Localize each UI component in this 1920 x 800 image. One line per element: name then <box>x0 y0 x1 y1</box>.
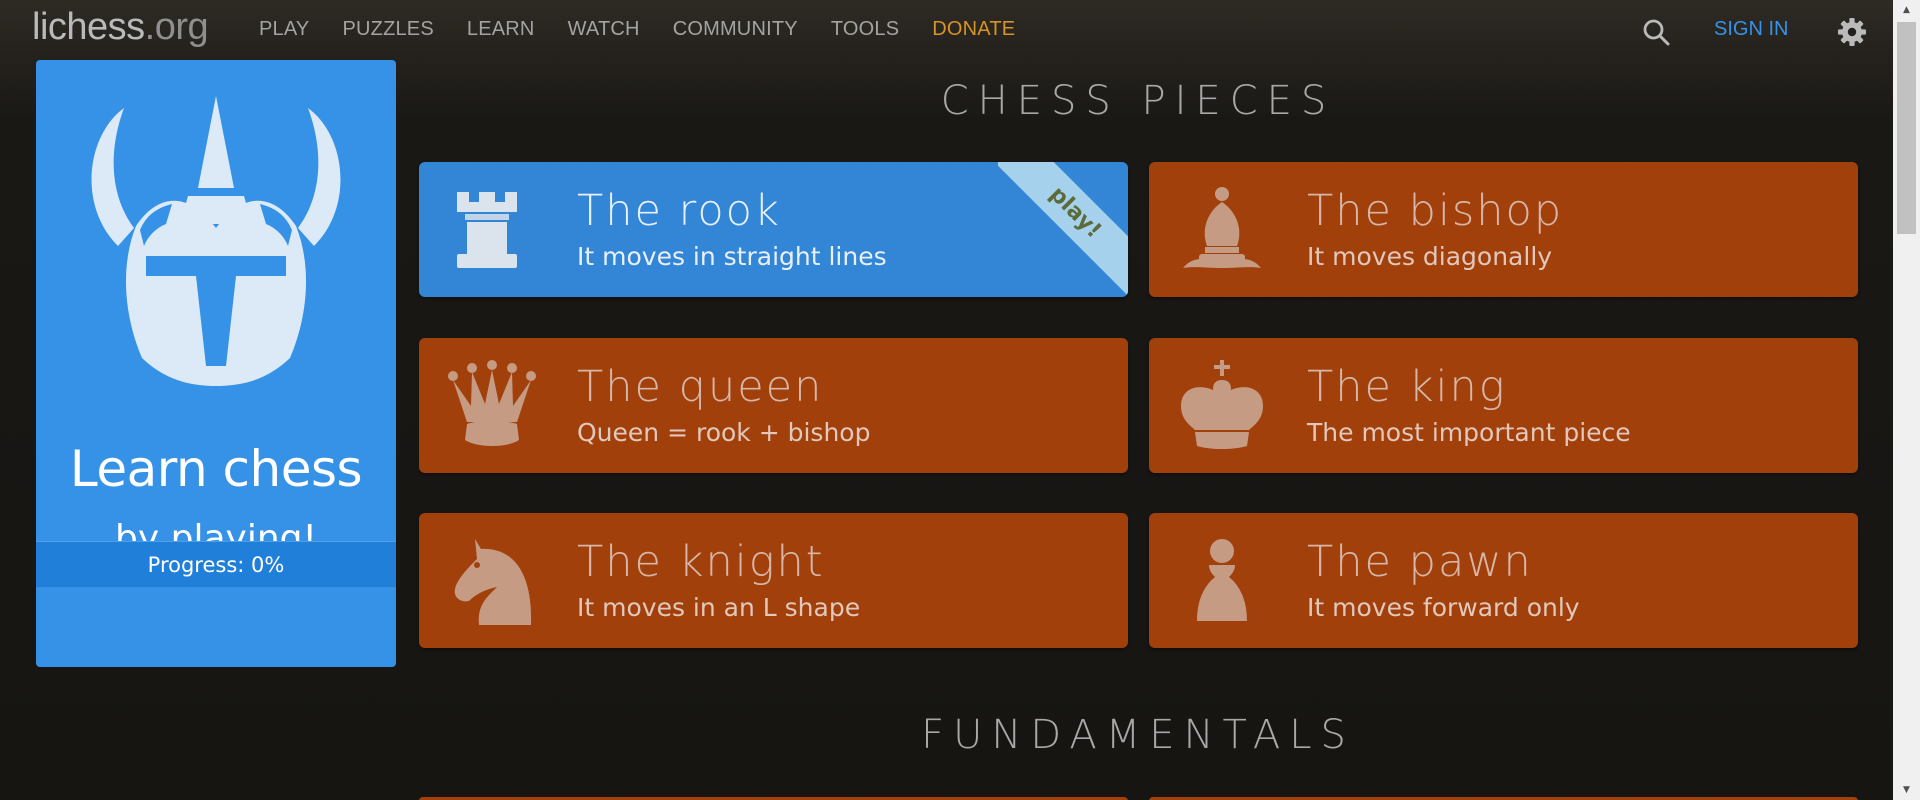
queen-icon <box>448 360 536 446</box>
stage-name: The king <box>1307 362 1507 412</box>
rook-icon <box>457 192 517 268</box>
top-bar: lichess.org PLAY PUZZLES LEARN WATCH COM… <box>0 0 1893 60</box>
site-logo[interactable]: lichess.org <box>32 6 209 49</box>
play-ribbon: play! <box>998 162 1128 297</box>
section-title-chess-pieces: CHESS PIECES <box>940 78 1336 124</box>
scroll-down-arrow-icon[interactable]: ▼ <box>1893 780 1920 800</box>
stage-name: The bishop <box>1307 186 1564 236</box>
nav-tools[interactable]: TOOLS <box>831 18 899 41</box>
nav-community[interactable]: COMMUNITY <box>673 18 798 41</box>
stage-king[interactable]: The king The most important piece <box>1149 338 1858 473</box>
logo-tld: .org <box>144 6 209 48</box>
nav-puzzles[interactable]: PUZZLES <box>342 18 433 41</box>
section-title-fundamentals: FUNDAMENTALS <box>921 712 1355 758</box>
stage-desc: It moves forward only <box>1307 593 1580 622</box>
learn-side-panel: Learn chess by playing! Progress: 0% <box>36 60 396 667</box>
stage-rook[interactable]: The rook It moves in straight lines play… <box>419 162 1128 297</box>
nav-watch[interactable]: WATCH <box>568 18 640 41</box>
scroll-thumb[interactable] <box>1897 22 1916 234</box>
bishop-icon <box>1183 187 1261 268</box>
progress-bar: Progress: 0% <box>36 541 396 587</box>
nav-learn[interactable]: LEARN <box>467 18 535 41</box>
stage-name: The rook <box>577 186 781 236</box>
stage-desc: The most important piece <box>1307 418 1631 447</box>
stage-queen[interactable]: The queen Queen = rook + bishop <box>419 338 1128 473</box>
stage-bishop[interactable]: The bishop It moves diagonally <box>1149 162 1858 297</box>
nav-donate[interactable]: DONATE <box>932 18 1015 41</box>
scrollbar[interactable]: ▲ ▼ <box>1893 0 1920 800</box>
knight-icon <box>454 539 532 625</box>
stage-knight[interactable]: The knight It moves in an L shape <box>419 513 1128 648</box>
search-icon[interactable] <box>1642 18 1670 46</box>
stage-name: The knight <box>577 537 825 587</box>
nav-play[interactable]: PLAY <box>259 18 309 41</box>
stage-pawn[interactable]: The pawn It moves forward only <box>1149 513 1858 648</box>
scroll-up-arrow-icon[interactable]: ▲ <box>1893 0 1920 20</box>
stage-name: The pawn <box>1307 537 1533 587</box>
helmet-icon <box>91 96 341 386</box>
gear-icon[interactable] <box>1837 17 1867 47</box>
pawn-icon <box>1197 539 1247 621</box>
stage-desc: It moves diagonally <box>1307 242 1553 271</box>
stage-desc: It moves in straight lines <box>577 242 887 271</box>
ribbon: play! <box>998 162 1128 297</box>
stage-name: The queen <box>577 362 824 412</box>
sign-in-link[interactable]: SIGN IN <box>1714 18 1788 41</box>
main-nav: PLAY PUZZLES LEARN WATCH COMMUNITY TOOLS… <box>259 18 1048 41</box>
stage-desc: Queen = rook + bishop <box>577 418 871 447</box>
stage-desc: It moves in an L shape <box>577 593 861 622</box>
king-icon <box>1181 360 1263 449</box>
side-title: Learn chess <box>69 440 363 498</box>
logo-name: lichess <box>32 6 145 48</box>
